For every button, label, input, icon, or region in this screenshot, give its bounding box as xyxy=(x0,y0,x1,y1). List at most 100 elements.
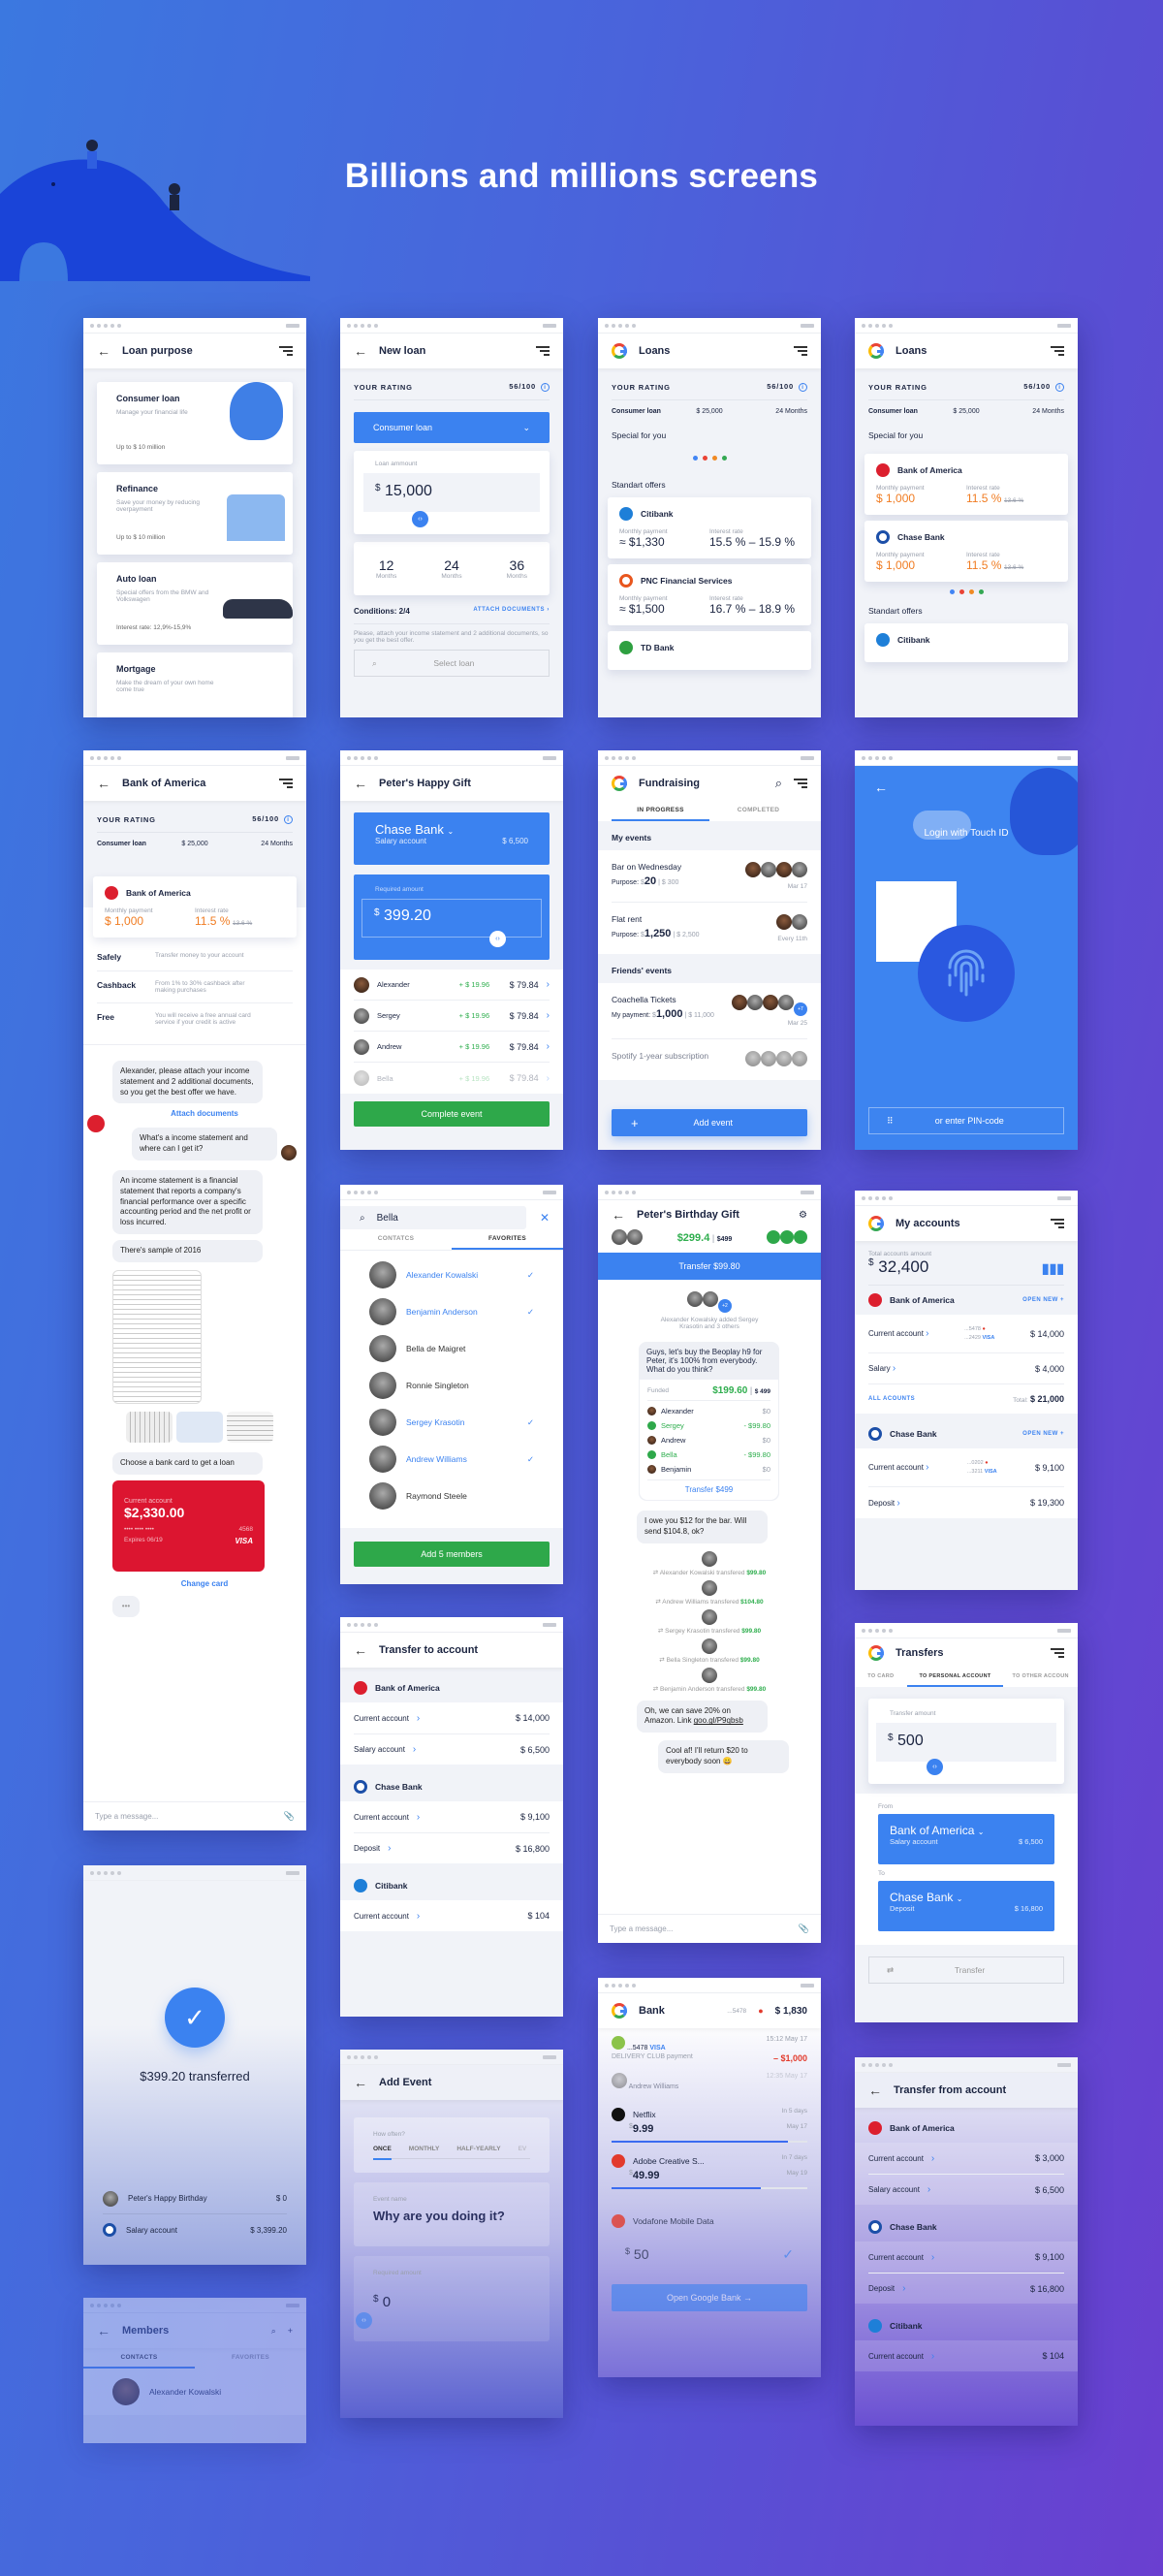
account-row[interactable]: Current account › $ 9,100 xyxy=(354,1801,550,1832)
loan-option-auto[interactable]: Auto loan Special offers from the BMW an… xyxy=(97,562,293,645)
loan-amount-input[interactable]: $ 15,000 xyxy=(363,473,540,512)
event-row[interactable]: Bar on Wednesday Purpose: $20 | $ 300 Mar… xyxy=(612,850,807,903)
event-row[interactable]: Flat rent Purpose: $1,250 | $ 2,500 Every… xyxy=(612,903,807,954)
account-row[interactable]: Current account › $ 104 xyxy=(868,2340,1064,2371)
add-members-button[interactable]: Add 5 members xyxy=(354,1542,550,1567)
menu-icon[interactable] xyxy=(794,346,807,356)
tab-favorites[interactable]: FAVORITES xyxy=(195,2348,306,2369)
account-row[interactable]: Current account › ...0202 ● ...3211 VISA $ … xyxy=(868,1448,1064,1487)
menu-icon[interactable] xyxy=(279,779,293,788)
required-amount-input[interactable]: $ 399.20 xyxy=(361,899,542,938)
account-row[interactable]: Current account › $ 3,000 xyxy=(868,2143,1064,2174)
term-option-36[interactable]: 36 Months xyxy=(485,557,550,580)
paperclip-icon[interactable]: 📎 xyxy=(284,1811,295,1822)
offer-card[interactable]: Citibank Monthly payment ≈ $1,330 Interest… xyxy=(608,497,811,558)
offer-card[interactable]: Bank of America Monthly payment $ 1,000 In… xyxy=(864,454,1068,515)
account-row[interactable]: Current account › ...5478 ● ...2429 VISA $ … xyxy=(868,1315,1064,1353)
freq-once[interactable]: ONCE xyxy=(373,2146,392,2160)
required-amount-input[interactable]: $ 0 xyxy=(373,2294,530,2310)
offer-card[interactable]: Chase Bank Monthly payment $ 1,000 Interes… xyxy=(864,521,1068,582)
freq-half-yearly[interactable]: HALF-YEARLY xyxy=(456,2146,500,2152)
back-arrow-icon[interactable]: ← xyxy=(868,2083,882,2098)
back-arrow-icon[interactable]: ← xyxy=(354,776,367,791)
freq-more[interactable]: EV xyxy=(519,2146,527,2152)
search-icon[interactable]: ⌕ xyxy=(271,2326,276,2337)
bar-chart-icon[interactable]: ▮▮▮ xyxy=(1042,1260,1064,1277)
attach-documents-link[interactable]: Attach documents xyxy=(112,1109,297,1118)
contact-row[interactable]: Sergey Krasotin ✓ xyxy=(369,1404,534,1441)
change-card-link[interactable]: Change card xyxy=(112,1579,297,1588)
account-row[interactable]: Current account › $ 104 xyxy=(354,1900,550,1931)
contact-row[interactable]: Alexander Kowalski ✓ xyxy=(369,1256,534,1293)
info-icon[interactable]: i xyxy=(1055,383,1064,392)
message-input[interactable]: Type a message... xyxy=(610,1924,673,1933)
account-row[interactable]: Deposit › $ 16,800 xyxy=(868,2273,1064,2304)
back-arrow-icon[interactable]: ← xyxy=(612,1207,625,1223)
loan-type-select[interactable]: Consumer loan ⌄ xyxy=(354,412,550,443)
account-row[interactable]: Salary account › $ 6,500 xyxy=(868,2174,1064,2205)
complete-event-button[interactable]: Complete event xyxy=(354,1101,550,1127)
message-link[interactable]: goo.gl/P9qbsb xyxy=(694,1716,743,1725)
add-icon[interactable]: + xyxy=(288,2326,293,2336)
info-icon[interactable]: i xyxy=(284,815,293,824)
account-row[interactable]: Salary › $ 4,000 xyxy=(868,1353,1064,1384)
tab-completed[interactable]: COMPLETED xyxy=(709,801,807,821)
account-row[interactable]: Current account › $ 14,000 xyxy=(354,1702,550,1733)
contact-row[interactable]: Andrew Williams ✓ xyxy=(369,1441,534,1478)
event-row[interactable]: Coachella Tickets My payment: $1,000 | $ … xyxy=(612,983,807,1039)
back-arrow-icon[interactable]: ← xyxy=(97,776,110,791)
subscription-row[interactable]: Netflix In 5 days $9.99 May 17 xyxy=(612,2108,807,2143)
menu-icon[interactable] xyxy=(1051,346,1064,356)
tab-to-personal-account[interactable]: TO PERSONAL ACCOUNT xyxy=(906,1668,1004,1687)
info-icon[interactable]: i xyxy=(799,383,807,392)
offer-card[interactable]: Bank of America Monthly payment $ 1,000 I… xyxy=(93,876,297,938)
contact-row[interactable]: Raymond Steele xyxy=(369,1478,534,1514)
amount-slider-knob[interactable]: ‹› xyxy=(412,511,428,527)
close-icon[interactable]: ✕ xyxy=(540,1211,550,1224)
bank-card[interactable]: Current account $2,330.00 •••• •••• ••••… xyxy=(112,1479,265,1572)
back-arrow-icon[interactable]: ← xyxy=(354,1642,367,1658)
transfer-amount-input[interactable]: $ 500 xyxy=(876,1723,1056,1762)
message-input[interactable]: Type a message... xyxy=(95,1812,158,1821)
tab-contacts[interactable]: CONTACTS xyxy=(83,2348,195,2369)
event-name-input[interactable]: Why are you doing it? xyxy=(373,2209,530,2223)
back-arrow-icon[interactable]: ← xyxy=(97,2323,110,2338)
select-loan-button[interactable]: ⌕ Select loan xyxy=(354,650,550,677)
tab-to-other-account[interactable]: TO OTHER ACCOUN xyxy=(1003,1668,1078,1687)
menu-icon[interactable] xyxy=(1051,1648,1064,1658)
open-new-account-link[interactable]: OPEN NEW + xyxy=(1022,1297,1064,1303)
open-new-account-link[interactable]: OPEN NEW + xyxy=(1022,1431,1064,1437)
participant-row[interactable]: Andrew + $ 19.96 $ 79.84 › xyxy=(354,1032,550,1063)
topup-amount-input[interactable]: $ 50 ✓ xyxy=(612,2238,807,2271)
to-account-select[interactable]: Chase Bank ⌄ Deposit $ 16,800 xyxy=(878,1881,1054,1931)
add-event-button[interactable]: + Add event xyxy=(612,1109,807,1136)
all-accounts-link[interactable]: ALL ACOUNTS xyxy=(868,1396,915,1402)
pin-code-button[interactable]: ⠿ or enter PIN-code xyxy=(868,1107,1064,1134)
attach-documents-link[interactable]: ATTACH DOCUMENTS › xyxy=(473,607,550,616)
back-arrow-icon[interactable]: ← xyxy=(354,2075,367,2090)
amount-slider-knob[interactable]: ‹› xyxy=(927,1759,943,1775)
account-row[interactable]: Current account › $ 9,100 xyxy=(868,2242,1064,2273)
source-account-select[interactable]: Chase Bank ⌄ Salary account $ 6,500 xyxy=(354,812,550,865)
term-option-12[interactable]: 12 Months xyxy=(354,557,419,580)
paperclip-icon[interactable]: 📎 xyxy=(799,1924,809,1934)
tab-in-progress[interactable]: IN PROGRESS xyxy=(612,801,709,821)
menu-icon[interactable] xyxy=(536,346,550,356)
amount-slider-knob[interactable]: ‹› xyxy=(356,2312,372,2329)
transfer-button[interactable]: ⇄ Transfer xyxy=(868,1956,1064,1984)
participant-row[interactable]: Alexander + $ 19.96 $ 79.84 › xyxy=(354,970,550,1001)
offer-card[interactable]: TD Bank xyxy=(608,631,811,670)
transfer-button[interactable]: Transfer $99.80 xyxy=(598,1253,821,1280)
loan-option-mortgage[interactable]: Mortgage Make the dream of your own home… xyxy=(97,652,293,717)
info-icon[interactable]: i xyxy=(541,383,550,392)
account-row[interactable]: Deposit › $ 16,800 xyxy=(354,1832,550,1863)
event-row[interactable]: Spotify 1-year subscription xyxy=(612,1039,807,1080)
offer-card[interactable]: Citibank xyxy=(864,623,1068,662)
open-google-bank-button[interactable]: Open Google Bank → xyxy=(612,2284,807,2311)
term-option-24[interactable]: 24 Months xyxy=(419,557,484,580)
back-arrow-icon[interactable]: ← xyxy=(354,343,367,359)
tab-contacts[interactable]: CONTATCS xyxy=(340,1229,452,1250)
menu-icon[interactable] xyxy=(1051,1219,1064,1228)
from-account-select[interactable]: Bank of America ⌄ Salary account $ 6,500 xyxy=(878,1814,1054,1864)
participant-row[interactable]: Sergey + $ 19.96 $ 79.84 › xyxy=(354,1001,550,1032)
